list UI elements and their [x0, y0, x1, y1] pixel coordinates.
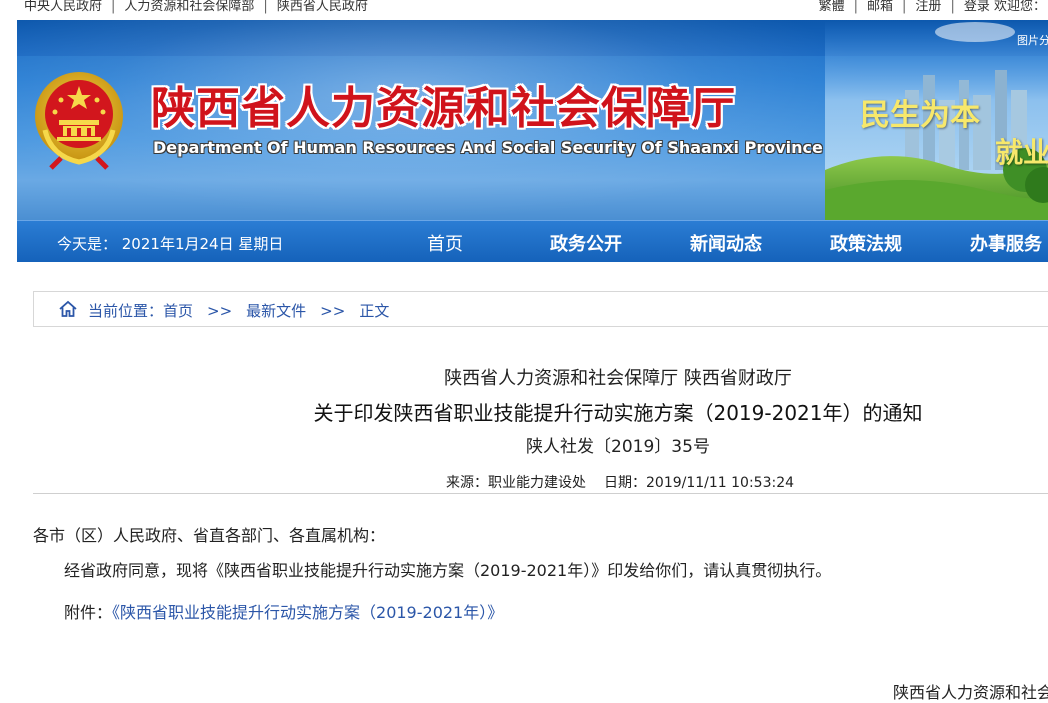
nav-item-services[interactable]: 办事服务 [970, 230, 1042, 256]
link-mohrss[interactable]: 人力资源和社会保障部 [124, 0, 254, 14]
separator: | [950, 0, 955, 14]
top-links-left: 中央人民政府 | 人力资源和社会保障部 | 陕西省人民政府 [24, 0, 368, 14]
breadcrumb-trail: 当前位置：首页 >> 最新文件 >> 正文 [88, 300, 389, 321]
link-login[interactable]: 登录 [964, 0, 990, 14]
link-central-government[interactable]: 中央人民政府 [24, 0, 102, 14]
breadcrumb-separator: >> [207, 302, 233, 320]
document-source: 来源：职业能力建设处 [446, 475, 586, 491]
document-number: 陕人社发〔2019〕35号 [526, 437, 710, 457]
breadcrumb-separator: >> [320, 302, 346, 320]
top-links-right: 繁體 | 邮箱 | 注册 | 登录 欢迎您： [819, 0, 1046, 14]
national-emblem-icon [35, 72, 123, 170]
body-paragraph: 经省政府同意，现将《陕西省职业技能提升行动实施方案（2019-2021年）》印发… [64, 561, 832, 580]
site-title: 陕西省人力资源和社会保障厅 [151, 83, 736, 134]
document-title: 关于印发陕西省职业技能提升行动实施方案（2019-2021年）的通知 [313, 401, 923, 425]
site-banner: 陕西省人力资源和社会保障厅 Department Of Human Resour… [17, 20, 1048, 220]
main-navigation: 今天是： 2021年1月24日 星期日 首页 政务公开 新闻动态 政策法规 办事… [17, 220, 1048, 262]
separator: | [111, 0, 116, 14]
link-register[interactable]: 注册 [915, 0, 941, 14]
signature: 陕西省人力资源和社会 [893, 683, 1048, 702]
nav-item-home[interactable]: 首页 [427, 230, 463, 256]
document-meta: 来源：职业能力建设处 日期：2019/11/11 10:53:24 [446, 472, 794, 492]
separator: | [263, 0, 268, 14]
link-mailbox[interactable]: 邮箱 [867, 0, 893, 14]
breadcrumb-latest-files-link[interactable]: 最新文件 [246, 302, 306, 320]
attachment-line: 附件：《陕西省职业技能提升行动实施方案（2019-2021年）》 [64, 599, 503, 623]
home-icon[interactable] [58, 299, 78, 319]
separator: | [902, 0, 907, 14]
slogan-secondary: 就业 [995, 136, 1048, 169]
nav-item-government-affairs[interactable]: 政务公开 [550, 230, 622, 256]
attachment-label: 附件： [64, 603, 113, 622]
image-label: 图片分 [1017, 34, 1048, 47]
current-date: 今天是： 2021年1月24日 星期日 [57, 235, 284, 253]
breadcrumb: 当前位置：首页 >> 最新文件 >> 正文 [33, 291, 1048, 327]
site-subtitle: Department Of Human Resources And Social… [153, 138, 823, 157]
welcome-text: 欢迎您： [993, 0, 1046, 14]
header-divider [33, 493, 1048, 494]
separator: | [853, 0, 859, 14]
nav-item-policies[interactable]: 政策法规 [830, 230, 902, 256]
top-utility-bar: 中央人民政府 | 人力资源和社会保障部 | 陕西省人民政府 繁體 | 邮箱 | 注册 | 登录 欢迎… [0, 0, 1048, 20]
nav-item-news[interactable]: 新闻动态 [690, 230, 762, 256]
link-shaanxi-government[interactable]: 陕西省人民政府 [277, 0, 368, 14]
breadcrumb-home-link[interactable]: 当前位置：首页 [88, 302, 193, 320]
document-issuer: 陕西省人力资源和社会保障厅 陕西省财政厅 [444, 368, 792, 389]
slogan-primary: 民生为本 [860, 98, 980, 133]
breadcrumb-current[interactable]: 正文 [359, 302, 389, 320]
document-date: 日期：2019/11/11 10:53:24 [604, 475, 795, 491]
link-traditional-chinese[interactable]: 繁體 [819, 0, 845, 14]
attachment-link[interactable]: 《陕西省职业技能提升行动实施方案（2019-2021年）》 [112, 603, 503, 622]
salutation: 各市（区）人民政府、省直各部门、各直属机构： [33, 526, 386, 545]
